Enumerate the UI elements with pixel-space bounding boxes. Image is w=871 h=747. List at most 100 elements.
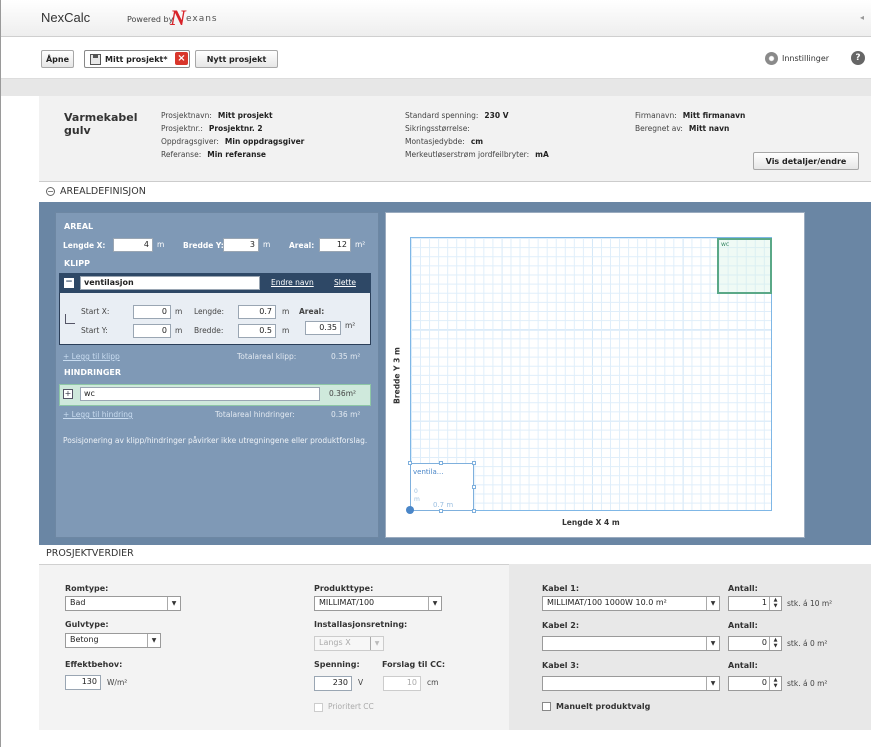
- delete-link[interactable]: Slette: [334, 278, 356, 287]
- collapse-icon[interactable]: −: [46, 187, 55, 196]
- chevron-down-icon: ▼: [370, 637, 383, 650]
- project-type-title: Varmekabel gulv: [64, 111, 138, 137]
- klipp-name-input[interactable]: ventilasjon: [80, 276, 260, 290]
- settings-link[interactable]: Innstillinger: [782, 54, 829, 63]
- lengde-input[interactable]: 0.7: [238, 305, 276, 319]
- lengde-x-input[interactable]: 4: [113, 238, 153, 252]
- y-axis-label: Bredde Y 3 m: [392, 347, 402, 404]
- forslag-unit: cm: [427, 678, 439, 687]
- prioritert-cc-checkbox[interactable]: Prioritert CC: [314, 702, 374, 712]
- chevron-down-icon: ▼: [706, 637, 719, 650]
- gear-icon[interactable]: [765, 52, 778, 65]
- stk3-label: stk. á 0 m²: [787, 679, 828, 688]
- new-project-button[interactable]: Nytt prosjekt: [195, 50, 278, 68]
- resize-handle[interactable]: [472, 485, 476, 489]
- window-scroll-icon: ◂: [860, 13, 865, 22]
- produkttype-select[interactable]: MILLIMAT/100 ▼: [314, 596, 442, 611]
- areal-total-unit: m²: [355, 240, 366, 249]
- resize-handle[interactable]: [408, 461, 412, 465]
- start-y-label: Start Y:: [81, 326, 108, 335]
- hindring-name-input[interactable]: wc: [80, 387, 320, 401]
- start-y-input[interactable]: 0: [133, 324, 171, 338]
- kabel3-select[interactable]: ▼: [542, 676, 720, 691]
- start-x-input[interactable]: 0: [133, 305, 171, 319]
- total-hind-value: 0.36 m²: [331, 410, 361, 419]
- hindring-area: 0.36m²: [329, 389, 357, 398]
- spenning-unit: V: [358, 678, 364, 687]
- kabel2-select[interactable]: ▼: [542, 636, 720, 651]
- romtype-value: Bad: [70, 598, 86, 607]
- info-firmanavn: Firmanavn: Mitt firmanavn: [635, 111, 746, 120]
- stk2-label: stk. á 0 m²: [787, 639, 828, 648]
- romtype-label: Romtype:: [65, 584, 109, 593]
- installasjon-select[interactable]: Langs X ▼: [314, 636, 384, 651]
- gulvtype-select[interactable]: Betong ▼: [65, 633, 161, 648]
- chevron-down-icon: ▼: [147, 634, 160, 647]
- klipp-collapse-icon[interactable]: −: [64, 278, 74, 288]
- stepper-arrows-icon[interactable]: ▲ ▼: [769, 637, 781, 650]
- rename-link[interactable]: Endre navn: [271, 278, 314, 287]
- nexans-logo-icon: N: [170, 5, 186, 30]
- app-logo: NexCalc: [41, 10, 91, 25]
- resize-handle[interactable]: [472, 509, 476, 513]
- details-button[interactable]: Vis detaljer/endre: [753, 152, 859, 170]
- areal-section-header[interactable]: − AREALDEFINISJON: [46, 186, 146, 197]
- installasjon-label: Installasjonsretning:: [314, 620, 408, 629]
- info-prosjektnr: Prosjektnr.: Prosjektnr. 2: [161, 124, 263, 133]
- klipp-areal-unit: m²: [345, 321, 356, 330]
- antall2-label: Antall:: [728, 621, 758, 630]
- bredde-y-input[interactable]: 3: [223, 238, 259, 252]
- bredde-y-label: Bredde Y:: [183, 241, 224, 250]
- info-montasjedybde: Montasjedybde: cm: [405, 137, 484, 146]
- kabel1-select[interactable]: MILLIMAT/100 1000W 10.0 m² ▼: [542, 596, 720, 611]
- app-window: NexCalc Powered by N exans ◂ Åpne Mitt p…: [0, 0, 871, 747]
- antall2-stepper[interactable]: 0 ▲ ▼: [728, 636, 782, 651]
- total-klipp-label: Totalareal klipp:: [237, 352, 297, 361]
- total-klipp-value: 0.35 m²: [331, 352, 361, 361]
- manuelt-label: Manuelt produktvalg: [556, 702, 651, 711]
- bredde-input[interactable]: 0.5: [238, 324, 276, 338]
- forslag-input[interactable]: 10: [383, 676, 421, 691]
- vent-height-unit: m: [414, 496, 420, 503]
- chevron-down-icon: ▼: [706, 597, 719, 610]
- kabel3-label: Kabel 3:: [542, 661, 580, 670]
- resize-handle[interactable]: [439, 461, 443, 465]
- effekt-unit: W/m²: [107, 678, 128, 687]
- add-klipp-link[interactable]: + Legg til klipp: [63, 352, 120, 361]
- produkttype-value: MILLIMAT/100: [319, 598, 375, 607]
- origin-handle[interactable]: [406, 506, 414, 514]
- hindring-expand-icon[interactable]: +: [63, 389, 73, 399]
- positioning-hint: Posisjonering av klipp/hindringer påvirk…: [63, 436, 368, 445]
- wc-label: wc: [721, 241, 730, 248]
- klipp-anchor-icon: [65, 314, 75, 324]
- add-hindring-link[interactable]: + Legg til hindring: [63, 410, 133, 419]
- bredde-y-unit: m: [263, 240, 271, 249]
- info-jordfeil: Merkeutløserstrøm jordfeilbryter: mA: [405, 150, 549, 159]
- areal-label: AREAL: [64, 222, 94, 231]
- areal-section-title: AREALDEFINISJON: [60, 186, 146, 197]
- spenning-input[interactable]: 230: [314, 676, 352, 691]
- antall3-stepper[interactable]: 0 ▲ ▼: [728, 676, 782, 691]
- lengde-x-label: Lengde X:: [63, 241, 106, 250]
- powered-by-label: Powered by: [127, 15, 174, 24]
- stepper-arrows-icon[interactable]: ▲ ▼: [769, 677, 781, 690]
- resize-handle[interactable]: [439, 509, 443, 513]
- antall3-value: 0: [761, 678, 767, 687]
- areal-total-value: 12: [319, 238, 351, 252]
- antall1-stepper[interactable]: 1 ▲ ▼: [728, 596, 782, 611]
- stepper-arrows-icon[interactable]: ▲ ▼: [769, 597, 781, 610]
- close-tab-icon[interactable]: ×: [175, 52, 188, 65]
- manuelt-checkbox[interactable]: Manuelt produktvalg: [542, 702, 650, 711]
- romtype-select[interactable]: Bad ▼: [65, 596, 181, 611]
- resize-handle[interactable]: [472, 461, 476, 465]
- info-standard-spenning: Standard spenning: 230 V: [405, 111, 509, 120]
- chevron-down-icon: ▼: [167, 597, 180, 610]
- start-y-unit: m: [175, 326, 183, 335]
- prioritert-cc-label: Prioritert CC: [328, 702, 374, 711]
- prosjektverdier-title: PROSJEKTVERDIER: [46, 548, 134, 559]
- effekt-input[interactable]: 130: [65, 675, 101, 690]
- help-icon[interactable]: ?: [851, 51, 865, 65]
- open-button[interactable]: Åpne: [41, 50, 74, 68]
- info-referanse: Referanse: Min referanse: [161, 150, 267, 159]
- areal-total-label: Areal:: [289, 241, 315, 250]
